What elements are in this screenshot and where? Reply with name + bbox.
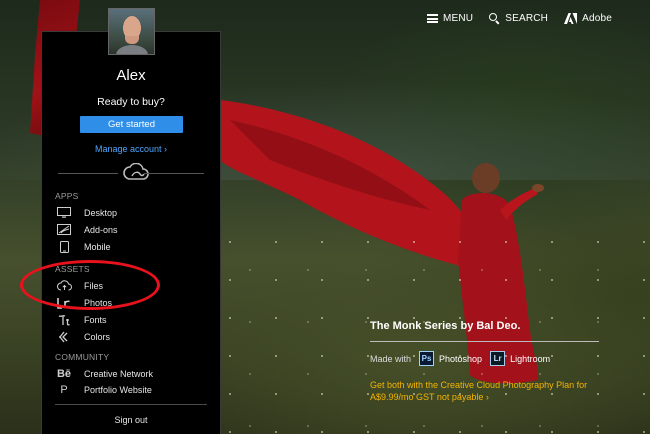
nav-label-mobile: Mobile: [84, 241, 111, 252]
nav-item-fonts[interactable]: Fonts: [56, 313, 107, 326]
lightroom-link[interactable]: Lightroom: [510, 354, 550, 364]
nav-item-colors[interactable]: Colors: [56, 330, 110, 343]
fonts-icon: [56, 314, 72, 326]
adobe-home-link[interactable]: Adobe: [564, 13, 612, 24]
mobile-icon: [56, 240, 72, 253]
get-started-button[interactable]: Get started: [80, 116, 183, 133]
top-navigation: MENU SEARCH Adobe: [426, 13, 612, 24]
adobe-logo-icon: [564, 13, 578, 24]
user-avatar: [108, 8, 155, 55]
apps-heading: APPS: [55, 191, 79, 201]
nav-label-desktop: Desktop: [84, 207, 118, 218]
monitor-icon: [56, 207, 72, 219]
nav-label-creative-network: Creative Network: [84, 368, 154, 379]
menu-label: MENU: [442, 13, 474, 24]
nav-label-fonts: Fonts: [84, 314, 107, 325]
account-panel: Alex Ready to buy? Get started Manage ac…: [41, 8, 221, 434]
nav-label-colors: Colors: [84, 331, 111, 342]
colors-icon: [56, 331, 72, 343]
divider-line-left: [58, 173, 118, 174]
nav-item-add-ons[interactable]: Add-ons: [56, 223, 118, 236]
photo-caption: The Monk Series by Bal Deo. Made with Ps…: [370, 320, 600, 403]
portfolio-icon: P: [60, 383, 68, 396]
nav-item-portfolio-website[interactable]: P Portfolio Website: [56, 383, 152, 396]
nav-label-portfolio-website: Portfolio Website: [84, 384, 152, 395]
creative-cloud-divider: [58, 163, 204, 183]
caption-divider: [370, 341, 599, 342]
ready-to-buy-text: Ready to buy?: [97, 96, 165, 108]
menu-button[interactable]: MENU: [426, 13, 474, 24]
search-label: SEARCH: [505, 13, 549, 24]
nav-item-mobile[interactable]: Mobile: [56, 240, 111, 253]
search-icon: [489, 13, 500, 24]
hamburger-menu-icon: [426, 14, 438, 23]
photoshop-link[interactable]: Photoshop: [439, 354, 482, 364]
behance-icon: Bē: [56, 367, 72, 380]
community-heading: COMMUNITY: [55, 352, 110, 362]
nav-item-desktop[interactable]: Desktop: [56, 206, 117, 219]
panel-divider: [55, 404, 207, 405]
red-highlight-circle: [20, 260, 160, 310]
add-ons-icon: [56, 224, 72, 236]
search-button[interactable]: SEARCH: [489, 13, 548, 24]
photography-plan-promo-link[interactable]: Get both with the Creative Cloud Photogr…: [370, 379, 600, 403]
user-name: Alex: [116, 67, 146, 84]
monk-head: [472, 163, 500, 193]
adobe-label: Adobe: [582, 13, 612, 24]
photo-title: The Monk Series by Bal Deo.: [370, 320, 521, 332]
nav-label-add-ons: Add-ons: [84, 224, 118, 235]
manage-account-link[interactable]: Manage account ›: [42, 144, 220, 154]
nav-item-creative-network[interactable]: Bē Creative Network: [56, 367, 153, 380]
made-with-label: Made with: [370, 353, 412, 364]
monk-hand: [532, 184, 544, 192]
sign-out-link[interactable]: Sign out: [42, 415, 220, 425]
lightroom-icon: Lr: [490, 351, 506, 366]
made-with-row: Made with Ps Photoshop Lr Lightroom: [370, 351, 600, 366]
photoshop-icon: Ps: [419, 351, 435, 366]
divider-line-right: [144, 173, 204, 174]
